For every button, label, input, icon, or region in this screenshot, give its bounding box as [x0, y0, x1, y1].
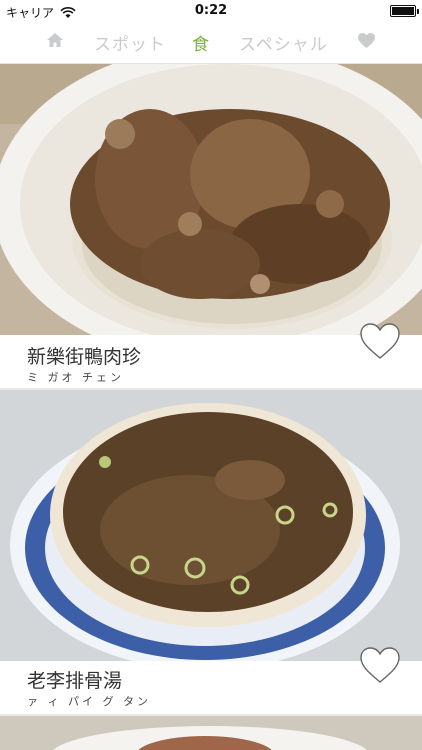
- food-photo: [0, 390, 422, 661]
- restaurant-name: 老李排骨湯: [27, 670, 123, 692]
- restaurant-reading: ァ ィ パイ グ タン: [27, 695, 151, 708]
- favorite-heart-icon[interactable]: [359, 646, 401, 684]
- restaurant-card[interactable]: 老李排骨湯 ァ ィ パイ グ タン: [0, 390, 422, 714]
- status-time: 0:22: [194, 3, 228, 18]
- battery-icon: [390, 5, 419, 17]
- rib-soup-image: [0, 390, 422, 661]
- restaurant-card[interactable]: 新樂街鴨肉珍 ミ ガオ チェン: [0, 64, 422, 388]
- restaurant-reading: ミ ガオ チェン: [27, 371, 124, 384]
- duck-rice-image: [0, 64, 422, 335]
- top-navigation: スポット 食 スペシャル: [0, 22, 422, 64]
- food-photo: [0, 716, 422, 750]
- restaurant-card[interactable]: [0, 716, 422, 750]
- partial-food-image: [0, 716, 422, 750]
- status-bar: キャリア 0:22: [0, 0, 422, 22]
- tab-special[interactable]: スペシャル: [239, 30, 328, 55]
- restaurant-name: 新樂街鴨肉珍: [27, 346, 142, 368]
- tab-food[interactable]: 食: [192, 30, 210, 55]
- tab-spot[interactable]: スポット: [94, 30, 166, 55]
- heart-icon[interactable]: [357, 32, 376, 49]
- home-icon[interactable]: [46, 32, 64, 48]
- favorite-heart-icon[interactable]: [359, 322, 401, 360]
- food-photo: [0, 64, 422, 335]
